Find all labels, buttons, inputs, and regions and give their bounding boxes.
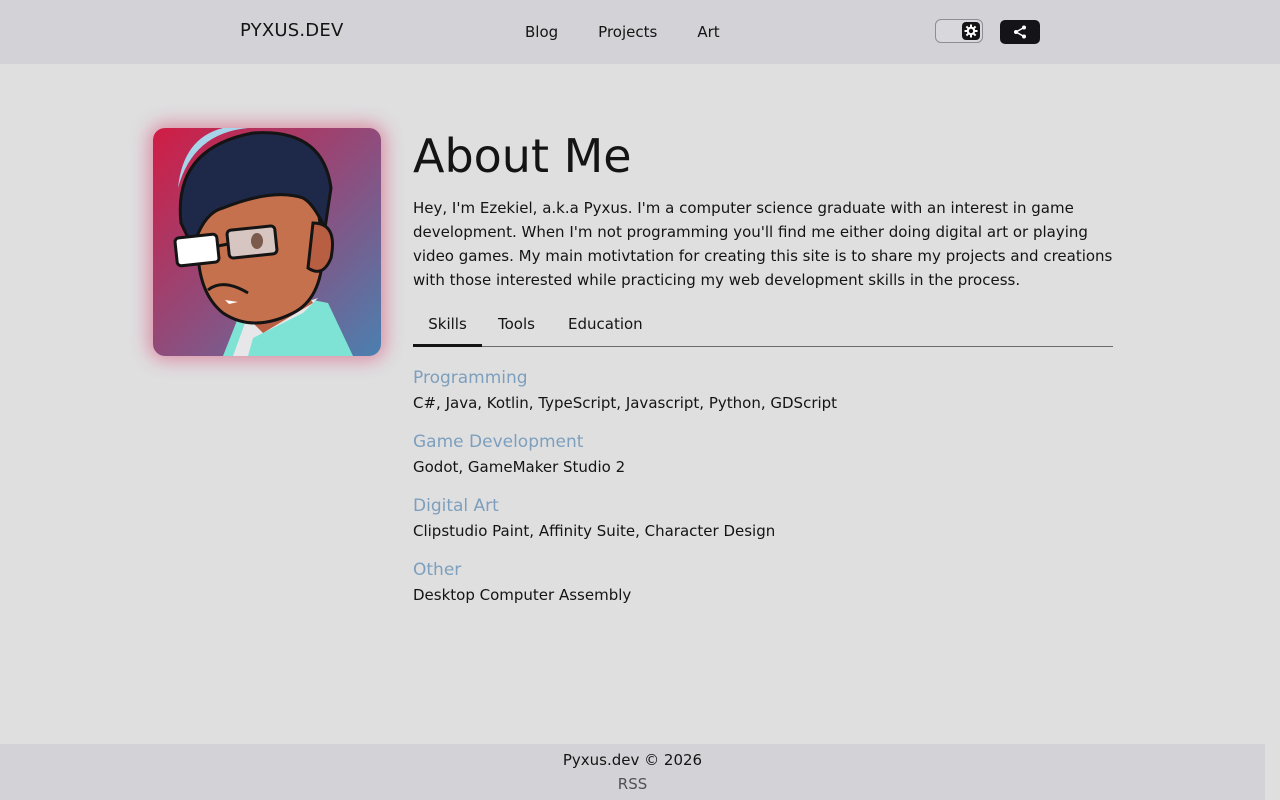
- skill-category-value: Desktop Computer Assembly: [413, 586, 632, 604]
- skill-category-value: Clipstudio Paint, Affinity Suite, Charac…: [413, 522, 776, 540]
- rss-link[interactable]: RSS: [0, 775, 1265, 793]
- main-nav: Blog Projects Art: [525, 23, 760, 41]
- avatar: [153, 128, 381, 356]
- intro-paragraph: Hey, I'm Ezekiel, a.k.a Pyxus. I'm a com…: [413, 199, 1113, 289]
- list-item: Digital Art Clipstudio Paint, Affinity S…: [413, 494, 837, 544]
- skill-category-value: C#, Java, Kotlin, TypeScript, Javascript…: [413, 394, 838, 412]
- copyright-text: Pyxus.dev © 2026: [562, 751, 703, 769]
- site-footer: Pyxus.dev © 2026 RSS: [0, 744, 1265, 800]
- about-section: About Me Hey, I'm Ezekiel, a.k.a Pyxus. …: [413, 120, 1113, 604]
- tab-bar: Skills Tools Education: [413, 308, 1113, 347]
- skill-category-title: Programming: [413, 368, 528, 388]
- nav-link-blog[interactable]: Blog: [525, 23, 558, 41]
- tab-tools[interactable]: Tools: [498, 308, 535, 345]
- tab-education[interactable]: Education: [568, 308, 643, 345]
- gear-icon: [962, 22, 980, 40]
- nav-link-art[interactable]: Art: [697, 23, 719, 41]
- share-icon: [1014, 25, 1026, 39]
- skills-list: Programming C#, Java, Kotlin, TypeScript…: [413, 366, 837, 622]
- site-header: PYXUS.DEV Blog Projects Art: [0, 0, 1280, 64]
- site-logo[interactable]: PYXUS.DEV: [240, 20, 343, 41]
- skill-category-title: Other: [413, 560, 462, 580]
- tab-skills[interactable]: Skills: [413, 308, 482, 347]
- skill-category-value: Godot, GameMaker Studio 2: [413, 458, 626, 476]
- list-item: Other Desktop Computer Assembly: [413, 558, 837, 608]
- page-title: About Me: [413, 129, 632, 183]
- theme-toggle[interactable]: [935, 19, 983, 43]
- list-item: Programming C#, Java, Kotlin, TypeScript…: [413, 366, 837, 416]
- skill-category-title: Game Development: [413, 432, 584, 452]
- nav-link-projects[interactable]: Projects: [598, 23, 657, 41]
- list-item: Game Development Godot, GameMaker Studio…: [413, 430, 837, 480]
- skill-category-title: Digital Art: [413, 496, 499, 516]
- share-button[interactable]: [1000, 20, 1040, 44]
